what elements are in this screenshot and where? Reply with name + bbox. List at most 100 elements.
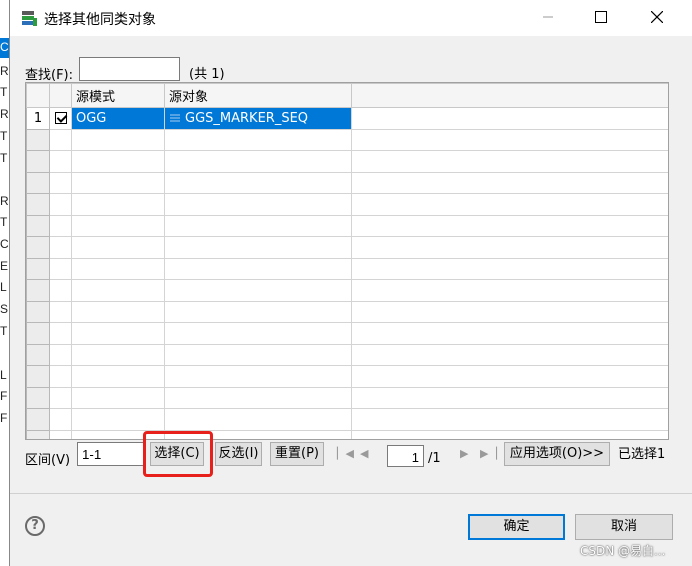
table-row[interactable]: 1 OGG GGS_MARKER_SEQ: [26, 107, 668, 130]
empty-cell: [49, 429, 72, 439]
empty-cell: [26, 386, 50, 409]
header-check: [49, 83, 72, 108]
help-icon[interactable]: ?: [25, 516, 45, 536]
empty-cell: [164, 300, 352, 323]
cancel-button[interactable]: 取消: [575, 514, 673, 540]
empty-cell: [71, 236, 165, 259]
maximize-button[interactable]: [578, 0, 624, 34]
search-label: 查找(F):: [25, 68, 74, 83]
empty-cell: [351, 429, 668, 439]
empty-cell: [164, 214, 352, 237]
range-input[interactable]: [77, 442, 146, 466]
empty-cell: [26, 193, 50, 216]
empty-row: [26, 343, 668, 366]
empty-row: [26, 408, 668, 431]
empty-cell: [71, 365, 165, 388]
empty-cell: [26, 257, 50, 280]
empty-cell: [164, 150, 352, 173]
bg-letter: R: [0, 64, 9, 78]
header-source-object[interactable]: 源对象: [164, 83, 352, 108]
page-number-input[interactable]: [387, 445, 424, 467]
cell-object[interactable]: GGS_MARKER_SEQ: [164, 107, 352, 130]
empty-cell: [351, 408, 668, 431]
header-source-schema[interactable]: 源模式: [71, 83, 165, 108]
cell-filler: [351, 107, 668, 130]
empty-cell: [26, 343, 50, 366]
empty-cell: [49, 128, 72, 151]
last-page-icon[interactable]: ▶▕: [480, 447, 497, 460]
ok-button[interactable]: 确定: [468, 514, 565, 540]
empty-cell: [351, 386, 668, 409]
empty-cell: [164, 322, 352, 345]
bg-letter: F: [0, 411, 8, 425]
close-button[interactable]: [634, 0, 680, 34]
empty-cell: [49, 257, 72, 280]
empty-cell: [164, 365, 352, 388]
empty-cell: [26, 171, 50, 194]
sequence-icon: [170, 114, 180, 122]
close-icon: [651, 11, 663, 23]
empty-cell: [49, 150, 72, 173]
page-total: /1: [428, 451, 441, 466]
title-bar[interactable]: 选择其他同类对象: [10, 0, 692, 36]
next-page-icon[interactable]: ▶: [460, 447, 468, 460]
invert-selection-button[interactable]: 反选(I): [215, 442, 262, 466]
empty-cell: [49, 343, 72, 366]
bg-letter: C: [0, 237, 9, 251]
empty-row: [26, 386, 668, 409]
empty-cell: [351, 128, 668, 151]
empty-cell: [71, 128, 165, 151]
empty-row: [26, 322, 668, 345]
empty-cell: [26, 236, 50, 259]
empty-cell: [26, 365, 50, 388]
empty-cell: [351, 365, 668, 388]
empty-cell: [26, 279, 50, 302]
cell-schema[interactable]: OGG: [71, 107, 165, 130]
empty-cell: [351, 193, 668, 216]
empty-cell: [351, 322, 668, 345]
apply-options-button[interactable]: 应用选项(O)>>: [504, 442, 610, 466]
empty-cell: [26, 300, 50, 323]
reset-button[interactable]: 重置(P): [270, 442, 324, 466]
empty-cell: [351, 343, 668, 366]
bg-letter: R: [0, 107, 9, 121]
selected-count: 已选择1: [618, 447, 666, 462]
bg-letter: L: [0, 280, 7, 294]
row-number: 1: [26, 107, 50, 130]
bg-letter: C: [0, 40, 9, 54]
empty-cell: [71, 193, 165, 216]
minimize-button[interactable]: [525, 0, 571, 34]
empty-cell: [49, 300, 72, 323]
empty-cell: [26, 322, 50, 345]
search-input[interactable]: [79, 57, 180, 81]
background-app-strip: C R T R T T R T C E L S T L F F: [0, 0, 9, 566]
empty-cell: [164, 386, 352, 409]
empty-cell: [71, 257, 165, 280]
empty-cell: [164, 408, 352, 431]
empty-cell: [26, 150, 50, 173]
bg-letter: T: [0, 85, 8, 99]
empty-cell: [49, 193, 72, 216]
empty-row: [26, 193, 668, 216]
bg-letter: T: [0, 215, 8, 229]
watermark: CSDN @易白...: [580, 544, 666, 558]
maximize-icon: [595, 11, 607, 23]
empty-cell: [71, 214, 165, 237]
empty-cell: [49, 365, 72, 388]
empty-cell: [49, 408, 72, 431]
row-checkbox-cell[interactable]: [49, 107, 72, 130]
window-title: 选择其他同类对象: [44, 12, 156, 28]
empty-cell: [164, 257, 352, 280]
match-count: (共 1): [189, 67, 225, 82]
empty-cell: [164, 343, 352, 366]
row-checkbox[interactable]: [54, 112, 67, 125]
empty-row: [26, 128, 668, 151]
empty-cell: [351, 171, 668, 194]
first-page-icon[interactable]: ▏◀: [337, 447, 354, 460]
prev-page-icon[interactable]: ◀: [360, 447, 368, 460]
range-label: 区间(V): [25, 453, 71, 468]
empty-cell: [26, 214, 50, 237]
empty-row: [26, 150, 668, 173]
empty-cell: [49, 214, 72, 237]
annotation-highlight-box: [143, 431, 213, 477]
